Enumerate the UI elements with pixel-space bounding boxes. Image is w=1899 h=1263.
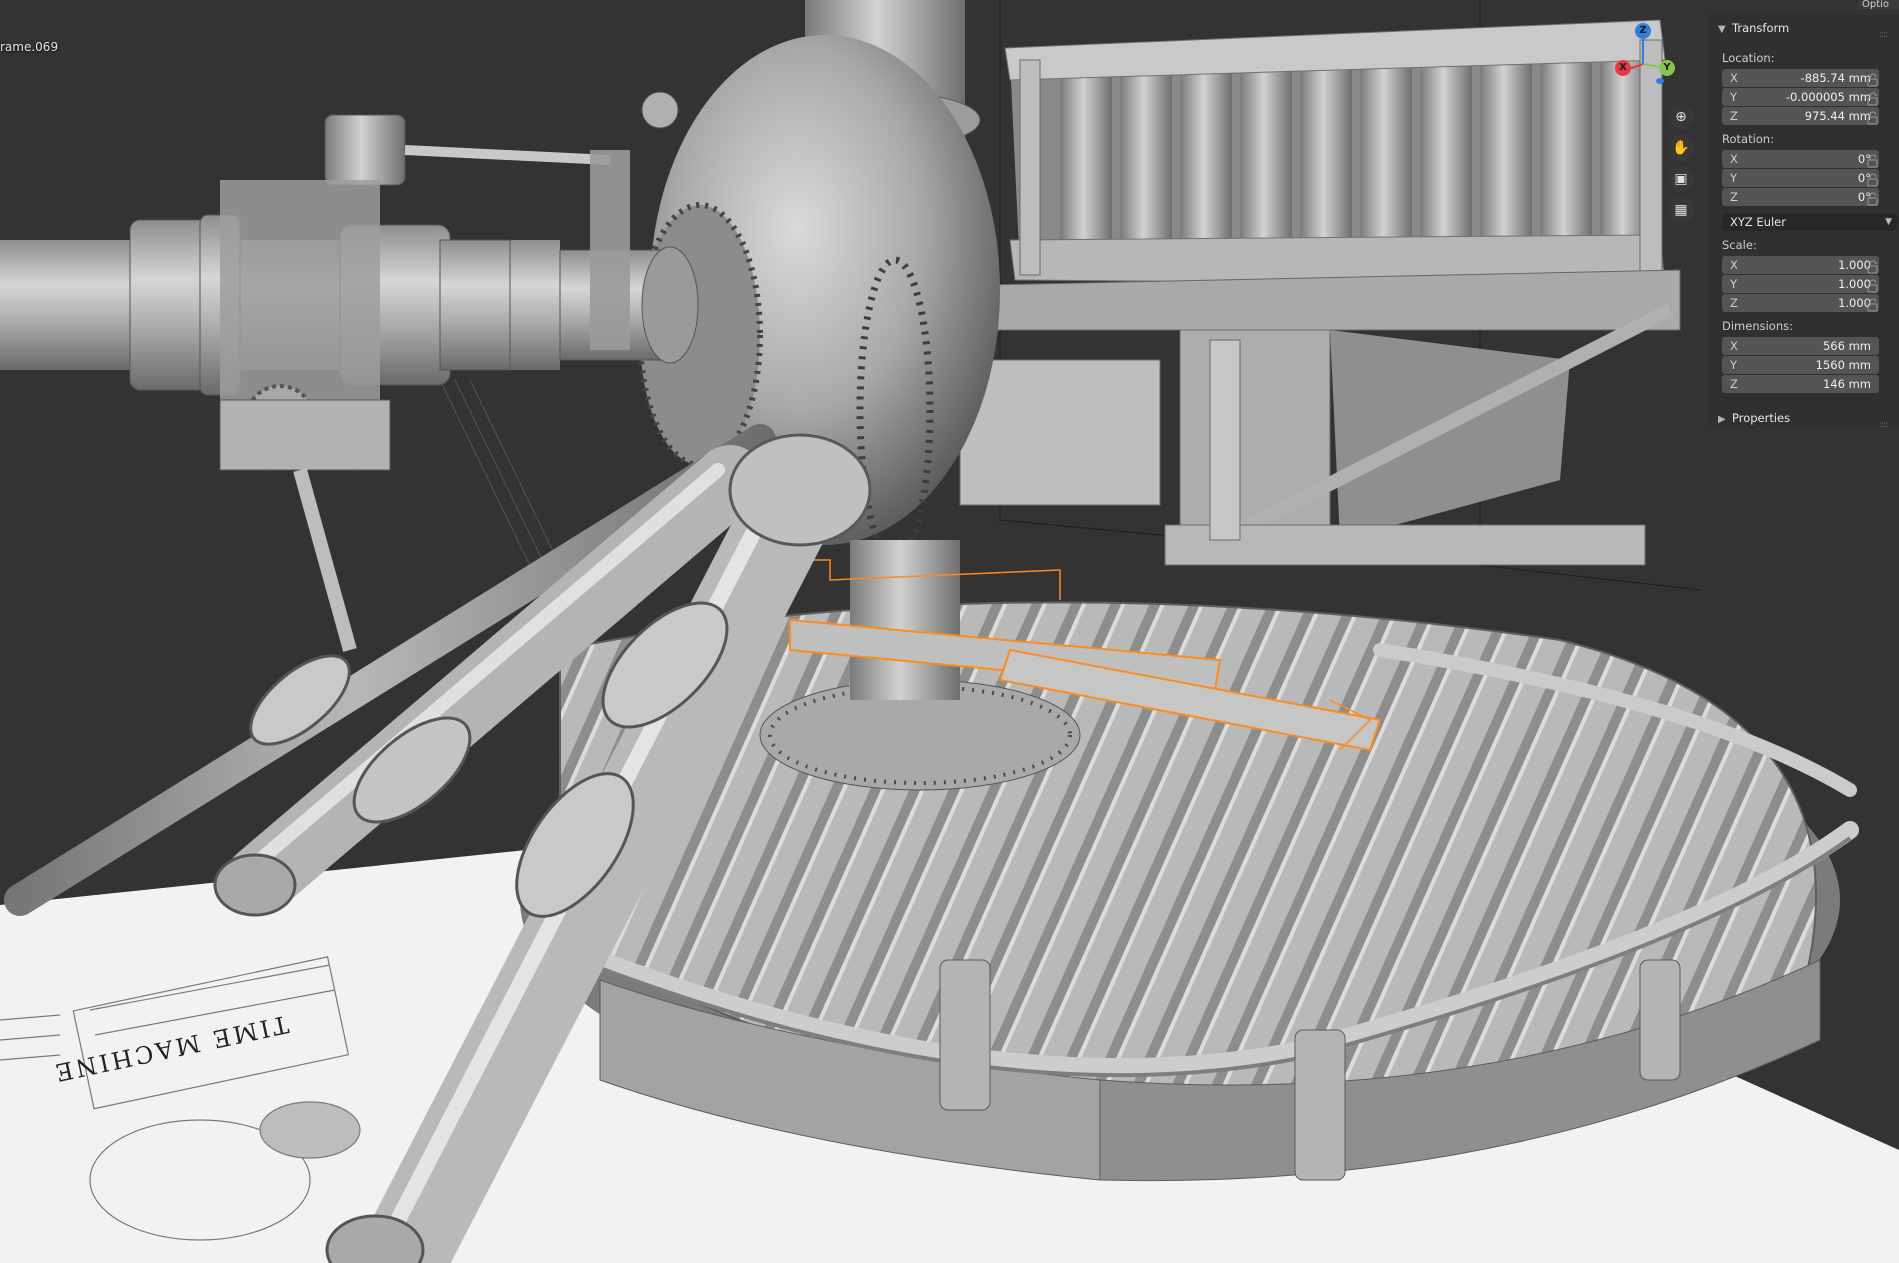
active-object-name: rame.069 — [0, 40, 59, 54]
navigation-gizmo[interactable]: Z Y X — [1610, 20, 1675, 84]
location-z-field[interactable]: Z 975.44 mm — [1722, 107, 1879, 125]
camera-icon[interactable]: ▣ — [1668, 166, 1694, 192]
gizmo-y-axis[interactable]: Y — [1659, 60, 1675, 76]
lock-icon[interactable] — [1866, 153, 1880, 168]
rotation-x-field[interactable]: X 0° — [1722, 150, 1879, 168]
dimensions-z-field[interactable]: Z 146 mm — [1722, 375, 1879, 393]
rotation-mode-dropdown[interactable]: XYZ Euler ▼ — [1722, 213, 1898, 231]
chevron-down-icon: ▼ — [1885, 217, 1892, 227]
lock-icon[interactable] — [1866, 72, 1880, 87]
lock-icon[interactable] — [1866, 278, 1880, 293]
dimensions-x-field[interactable]: X 566 mm — [1722, 337, 1879, 355]
scale-y-field[interactable]: Y 1.000 — [1722, 275, 1879, 293]
rotation-label: Rotation: — [1722, 132, 1774, 146]
rotation-z-field[interactable]: Z 0° — [1722, 188, 1879, 206]
blender-window: TIME MACHINE rame.069 Optio Z Y X ⊕ ✋ ▣ … — [0, 0, 1899, 1263]
scale-x-field[interactable]: X 1.000 — [1722, 256, 1879, 274]
lock-icon[interactable] — [1866, 110, 1880, 125]
viewport-3d[interactable]: TIME MACHINE — [0, 0, 1899, 1263]
chevron-right-icon: ▶ — [1718, 414, 1726, 425]
dimensions-y-field[interactable]: Y 1560 mm — [1722, 356, 1879, 374]
scale-z-field[interactable]: Z 1.000 — [1722, 294, 1879, 312]
chevron-down-icon: ▼ — [1718, 24, 1726, 35]
location-x-field[interactable]: X -885.74 mm — [1722, 69, 1879, 87]
rotation-y-field[interactable]: Y 0° — [1722, 169, 1879, 187]
scale-label: Scale: — [1722, 238, 1757, 252]
transform-title: Transform — [1732, 21, 1790, 35]
options-tab[interactable]: Optio — [1858, 0, 1899, 9]
grid-view-icon[interactable]: ▦ — [1668, 197, 1694, 223]
properties-title: Properties — [1732, 411, 1791, 425]
lock-icon[interactable] — [1866, 297, 1880, 312]
location-y-field[interactable]: Y -0.000005 mm — [1722, 88, 1879, 106]
lock-icon[interactable] — [1866, 91, 1880, 106]
transform-panel-header[interactable]: ▼ Transform :::: — [1718, 18, 1893, 40]
properties-panel-header[interactable]: ▶ Properties :::: — [1718, 408, 1893, 430]
lock-icon[interactable] — [1866, 191, 1880, 206]
dimensions-label: Dimensions: — [1722, 319, 1793, 333]
drag-grip-icon[interactable]: :::: — [1879, 25, 1888, 45]
lock-icon[interactable] — [1866, 259, 1880, 274]
gizmo-z-axis[interactable]: Z — [1635, 23, 1651, 39]
lock-icon[interactable] — [1866, 172, 1880, 187]
drag-grip-icon[interactable]: :::: — [1879, 415, 1888, 435]
gizmo-x-axis[interactable]: X — [1615, 60, 1631, 76]
pan-hand-icon[interactable]: ✋ — [1668, 135, 1694, 161]
zoom-icon[interactable]: ⊕ — [1668, 104, 1694, 130]
location-label: Location: — [1722, 51, 1775, 65]
